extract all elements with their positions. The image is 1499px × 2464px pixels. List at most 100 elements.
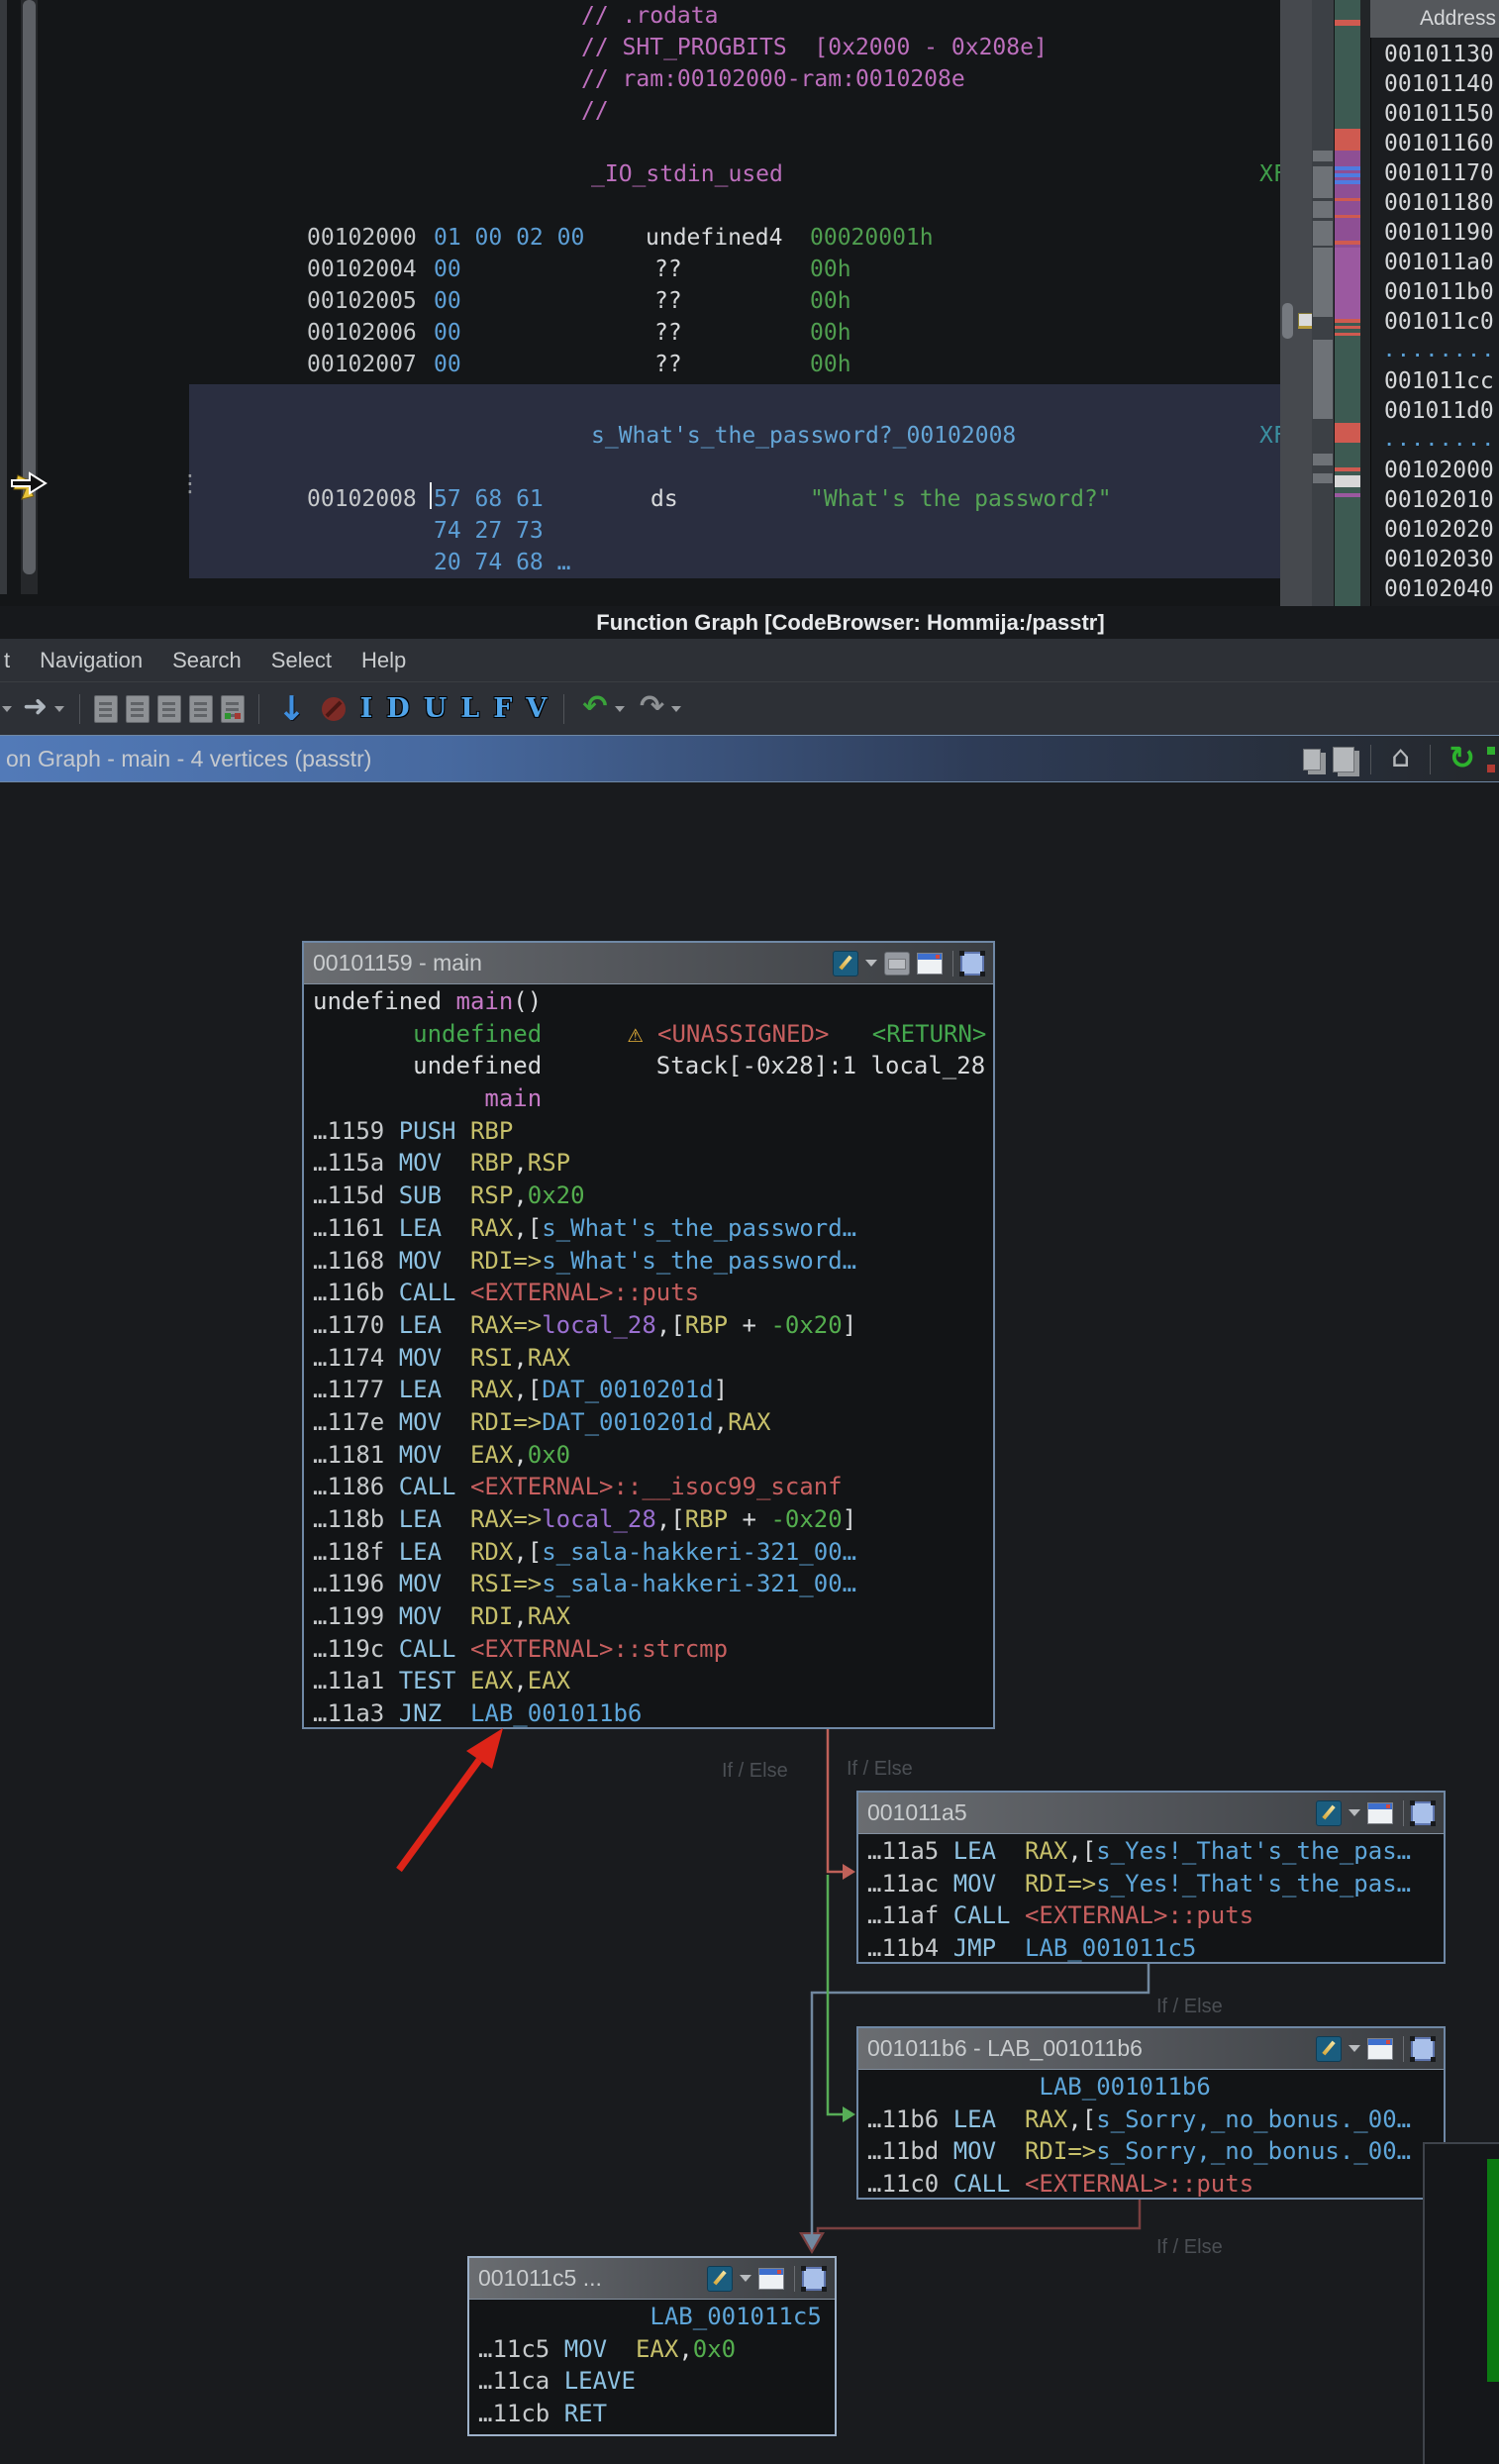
toolbar-letter-l-button[interactable]: L — [460, 693, 479, 724]
asm-row[interactable]: …11c5 MOV EAX,0x0 — [469, 2333, 835, 2366]
background-select-icon[interactable] — [960, 952, 984, 975]
format-icon[interactable] — [833, 951, 858, 976]
dropdown-caret-icon[interactable] — [1349, 2045, 1360, 2052]
home-icon[interactable]: ⌂ — [1391, 740, 1410, 774]
listing-view-icon[interactable] — [1367, 2038, 1393, 2060]
toolbar-letter-d-button[interactable]: D — [386, 693, 409, 724]
toolbar-letter-f-button[interactable]: F — [493, 693, 512, 724]
address-row[interactable]: 001011b0 — [1371, 277, 1499, 307]
listing-view-icon[interactable] — [758, 2268, 784, 2290]
asm-row[interactable]: …1159 PUSH RBP — [304, 1115, 993, 1148]
asm-row[interactable]: …11af CALL <EXTERNAL>::puts — [858, 1899, 1444, 1932]
clone-window-icon[interactable] — [1333, 747, 1354, 772]
background-select-icon[interactable] — [802, 2267, 826, 2291]
format-icon[interactable] — [1316, 2036, 1342, 2062]
address-row[interactable]: 00101130 — [1371, 40, 1499, 69]
asm-row[interactable]: …1177 LEA RAX,[DAT_0010201d] — [304, 1374, 993, 1406]
listing-row[interactable]: 0010200400??00h — [0, 254, 1280, 285]
bookmarks-icon[interactable] — [221, 695, 245, 723]
address-row[interactable]: 00102010 — [1371, 485, 1499, 515]
block-001011b6-header[interactable]: 001011b6 - LAB_001011b6 — [858, 2028, 1444, 2070]
asm-row[interactable]: …1196 MOV RSI=>s_sala-hakkeri-321_00… — [304, 1568, 993, 1600]
listing-row[interactable]: 0010200600??00h — [0, 317, 1280, 349]
data-type-icon[interactable] — [157, 695, 181, 723]
snapshot-icon[interactable] — [1303, 749, 1321, 770]
asm-row[interactable]: …1181 MOV EAX,0x0 — [304, 1439, 993, 1472]
listing-row[interactable]: 0010200700??00h — [0, 349, 1280, 380]
format-icon[interactable] — [1316, 1800, 1342, 1826]
asm-row[interactable]: …11a3 JNZ LAB_001011b6 — [304, 1697, 993, 1730]
forward-dropdown-caret-icon[interactable] — [54, 706, 64, 712]
listing-right-scrollbar-thumb[interactable] — [1282, 303, 1293, 339]
asm-row[interactable]: undefined main() — [304, 985, 993, 1018]
block-main[interactable]: 00101159 - mainundefined main() undefine… — [302, 941, 995, 1729]
menu-item-help[interactable]: Help — [347, 648, 421, 673]
asm-row[interactable]: …1168 MOV RDI=>s_What's_the_password… — [304, 1245, 993, 1278]
listing-row[interactable]: 20 74 68 … — [0, 547, 1280, 578]
listing-row[interactable]: // SHT_PROGBITS [0x2000 - 0x208e] — [0, 32, 1280, 63]
graph-layout-icon[interactable] — [1485, 746, 1499, 773]
back-dropdown-caret-icon[interactable] — [2, 706, 12, 712]
dropdown-caret-icon[interactable] — [740, 2275, 751, 2282]
asm-row[interactable]: …11ac MOV RDI=>s_Yes!_That's_the_pas… — [858, 1868, 1444, 1900]
snapshot-icon[interactable] — [884, 952, 910, 975]
block-001011a5[interactable]: 001011a5…11a5 LEA RAX,[s_Yes!_That's_the… — [856, 1791, 1446, 1964]
listing-row[interactable]: 0010200001 00 02 00undefined400020001h — [0, 222, 1280, 254]
listing-view-icon[interactable] — [917, 953, 943, 975]
toolbar-letter-u-button[interactable]: U — [424, 693, 448, 724]
undo-button[interactable]: ↶ — [582, 689, 607, 724]
redo-dropdown-caret-icon[interactable] — [671, 706, 681, 712]
refresh-graph-icon[interactable]: ↻ — [1449, 739, 1475, 776]
asm-row[interactable]: …1186 CALL <EXTERNAL>::__isoc99_scanf — [304, 1471, 993, 1503]
background-select-icon[interactable] — [1411, 1801, 1435, 1825]
asm-row[interactable]: main — [304, 1082, 993, 1115]
address-row[interactable]: 00101170 — [1371, 158, 1499, 188]
asm-row[interactable]: …1199 MOV RDI,RAX — [304, 1600, 993, 1633]
asm-row[interactable]: …11a5 LEA RAX,[s_Yes!_That's_the_pas… — [858, 1835, 1444, 1868]
asm-row[interactable]: …116b CALL <EXTERNAL>::puts — [304, 1277, 993, 1309]
asm-row[interactable]: …1174 MOV RSI,RAX — [304, 1342, 993, 1375]
menu-item-select[interactable]: Select — [256, 648, 347, 673]
listing-row[interactable]: // ram:00102000-ram:0010208e — [0, 63, 1280, 95]
asm-row[interactable]: …11c0 CALL <EXTERNAL>::puts — [858, 2168, 1444, 2201]
listing-row[interactable]: 74 27 73 — [0, 515, 1280, 547]
redo-button[interactable]: ↶ — [640, 689, 664, 724]
asm-row[interactable]: LAB_001011b6 — [858, 2071, 1444, 2104]
dropdown-caret-icon[interactable] — [865, 960, 877, 967]
background-select-icon[interactable] — [1411, 2037, 1435, 2061]
address-row[interactable]: ........ — [1371, 426, 1499, 456]
format-icon[interactable] — [707, 2266, 733, 2292]
disassemble-down-icon[interactable]: ↓ — [277, 689, 306, 729]
asm-row[interactable]: …115a MOV RBP,RSP — [304, 1147, 993, 1180]
block-001011a5-header[interactable]: 001011a5 — [858, 1793, 1444, 1834]
menu-item-navigation[interactable]: Navigation — [25, 648, 157, 673]
address-row[interactable]: 00102040 — [1371, 574, 1499, 604]
asm-row[interactable]: …11a1 TEST EAX,EAX — [304, 1665, 993, 1697]
listing-view-icon[interactable] — [1367, 1802, 1393, 1824]
listing-row[interactable]: _IO_stdin_usedXF — [0, 158, 1280, 190]
asm-row[interactable]: …11b4 JMP LAB_001011c5 — [858, 1932, 1444, 1965]
program-tree-icon[interactable] — [189, 695, 213, 723]
memory-map-icon[interactable] — [94, 695, 118, 723]
address-column-header[interactable]: Address — [1370, 0, 1499, 38]
clear-code-icon[interactable] — [322, 697, 346, 721]
dropdown-caret-icon[interactable] — [1349, 1809, 1360, 1816]
asm-row[interactable]: …118f LEA RDX,[s_sala-hakkeri-321_00… — [304, 1536, 993, 1569]
listing-row[interactable]: s_What's_the_password?_00102008XF — [0, 420, 1280, 452]
address-row[interactable]: 001011d0 — [1371, 396, 1499, 426]
asm-row[interactable]: …119c CALL <EXTERNAL>::strcmp — [304, 1633, 993, 1666]
asm-row[interactable]: …117e MOV RDI=>DAT_0010201d,RAX — [304, 1406, 993, 1439]
satellite-view-panel[interactable] — [1423, 2142, 1499, 2464]
address-row[interactable]: 00101190 — [1371, 218, 1499, 248]
listing-row[interactable]: // — [0, 95, 1280, 127]
listing-row[interactable]: 0010200500??00h — [0, 285, 1280, 317]
block-001011b6[interactable]: 001011b6 - LAB_001011b6 LAB_001011b6…11b… — [856, 2026, 1446, 2200]
address-row[interactable]: 00102030 — [1371, 545, 1499, 574]
address-row[interactable]: ........ — [1371, 337, 1499, 366]
address-row[interactable]: 00101180 — [1371, 188, 1499, 218]
function-graph-header[interactable]: on Graph - main - 4 vertices (passtr) ⌂ … — [0, 735, 1499, 782]
address-row[interactable]: 00101160 — [1371, 129, 1499, 158]
asm-row[interactable]: …1170 LEA RAX=>local_28,[RBP + -0x20] — [304, 1309, 993, 1342]
asm-row[interactable]: LAB_001011c5 — [469, 2301, 835, 2333]
asm-row[interactable]: …1161 LEA RAX,[s_What's_the_password… — [304, 1212, 993, 1245]
